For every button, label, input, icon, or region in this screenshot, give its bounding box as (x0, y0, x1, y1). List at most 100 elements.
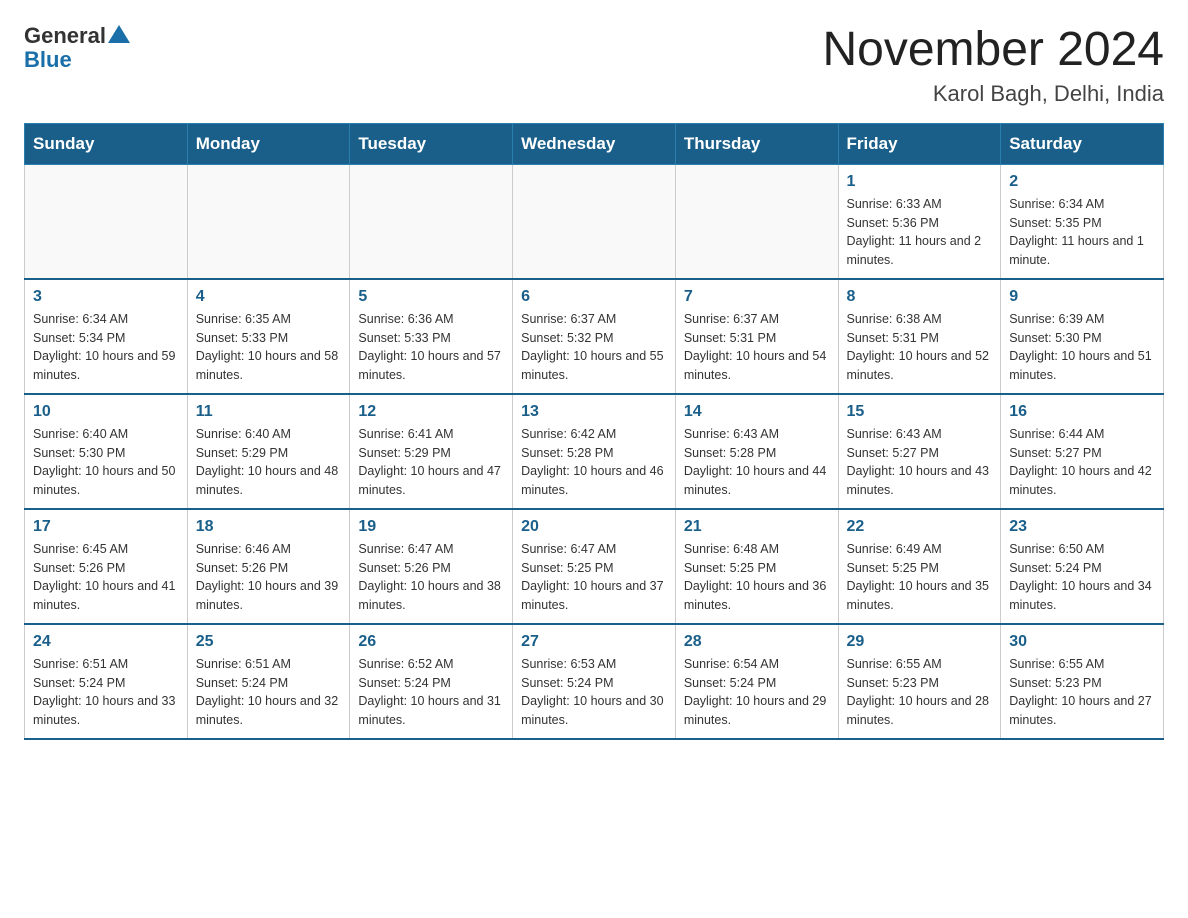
calendar-cell: 19 Sunrise: 6:47 AM Sunset: 5:26 PM Dayli… (350, 509, 513, 624)
day-info: Sunrise: 6:52 AM Sunset: 5:24 PM Dayligh… (358, 655, 504, 730)
day-info: Sunrise: 6:49 AM Sunset: 5:25 PM Dayligh… (847, 540, 993, 615)
day-info: Sunrise: 6:45 AM Sunset: 5:26 PM Dayligh… (33, 540, 179, 615)
logo: General Blue (24, 24, 130, 72)
day-number: 14 (684, 403, 830, 421)
calendar-cell: 28Sunrise: 6:54 AM Sunset: 5:24 PM Dayli… (675, 624, 838, 739)
day-number: 19 (358, 518, 504, 536)
calendar-cell: 30 Sunrise: 6:55 AM Sunset: 5:23 PM Dayli… (1001, 624, 1164, 739)
day-info: Sunrise: 6:51 AM Sunset: 5:24 PM Dayligh… (196, 655, 342, 730)
day-info: Sunrise: 6:55 AM Sunset: 5:23 PM Dayligh… (1009, 655, 1155, 730)
calendar-cell: 2 Sunrise: 6:34 AM Sunset: 5:35 PM Daylig… (1001, 164, 1164, 279)
logo-blue-text: Blue (24, 48, 130, 72)
calendar-cell: 21Sunrise: 6:48 AM Sunset: 5:25 PM Dayli… (675, 509, 838, 624)
page-header: General Blue November 2024 Karol Bagh, D… (24, 24, 1164, 107)
day-info: Sunrise: 6:39 AM Sunset: 5:30 PM Dayligh… (1009, 310, 1155, 385)
day-number: 25 (196, 633, 342, 651)
calendar-cell: 11Sunrise: 6:40 AM Sunset: 5:29 PM Dayli… (187, 394, 350, 509)
day-info: Sunrise: 6:34 AM Sunset: 5:35 PM Dayligh… (1009, 195, 1155, 270)
day-info: Sunrise: 6:47 AM Sunset: 5:25 PM Dayligh… (521, 540, 667, 615)
calendar-cell: 23 Sunrise: 6:50 AM Sunset: 5:24 PM Dayli… (1001, 509, 1164, 624)
calendar-week-1: 1 Sunrise: 6:33 AM Sunset: 5:36 PM Daylig… (25, 164, 1164, 279)
day-number: 3 (33, 288, 179, 306)
calendar-table: SundayMondayTuesdayWednesdayThursdayFrid… (24, 123, 1164, 740)
calendar-cell: 24 Sunrise: 6:51 AM Sunset: 5:24 PM Dayli… (25, 624, 188, 739)
calendar-cell: 8 Sunrise: 6:38 AM Sunset: 5:31 PM Daylig… (838, 279, 1001, 394)
day-info: Sunrise: 6:46 AM Sunset: 5:26 PM Dayligh… (196, 540, 342, 615)
day-info: Sunrise: 6:55 AM Sunset: 5:23 PM Dayligh… (847, 655, 993, 730)
weekday-header-sunday: Sunday (25, 123, 188, 164)
day-number: 16 (1009, 403, 1155, 421)
day-info: Sunrise: 6:37 AM Sunset: 5:32 PM Dayligh… (521, 310, 667, 385)
calendar-cell (513, 164, 676, 279)
day-info: Sunrise: 6:38 AM Sunset: 5:31 PM Dayligh… (847, 310, 993, 385)
calendar-title: November 2024 (822, 24, 1164, 77)
calendar-cell: 25 Sunrise: 6:51 AM Sunset: 5:24 PM Dayli… (187, 624, 350, 739)
calendar-week-5: 24 Sunrise: 6:51 AM Sunset: 5:24 PM Dayli… (25, 624, 1164, 739)
calendar-header-row: SundayMondayTuesdayWednesdayThursdayFrid… (25, 123, 1164, 164)
weekday-header-tuesday: Tuesday (350, 123, 513, 164)
calendar-subtitle: Karol Bagh, Delhi, India (822, 81, 1164, 107)
day-number: 26 (358, 633, 504, 651)
day-number: 5 (358, 288, 504, 306)
day-number: 20 (521, 518, 667, 536)
day-number: 13 (521, 403, 667, 421)
day-number: 12 (358, 403, 504, 421)
calendar-cell: 22 Sunrise: 6:49 AM Sunset: 5:25 PM Dayli… (838, 509, 1001, 624)
day-info: Sunrise: 6:34 AM Sunset: 5:34 PM Dayligh… (33, 310, 179, 385)
calendar-cell: 17 Sunrise: 6:45 AM Sunset: 5:26 PM Dayli… (25, 509, 188, 624)
day-number: 4 (196, 288, 342, 306)
calendar-cell: 6 Sunrise: 6:37 AM Sunset: 5:32 PM Daylig… (513, 279, 676, 394)
day-number: 22 (847, 518, 993, 536)
day-info: Sunrise: 6:53 AM Sunset: 5:24 PM Dayligh… (521, 655, 667, 730)
calendar-week-4: 17 Sunrise: 6:45 AM Sunset: 5:26 PM Dayli… (25, 509, 1164, 624)
day-number: 6 (521, 288, 667, 306)
day-info: Sunrise: 6:47 AM Sunset: 5:26 PM Dayligh… (358, 540, 504, 615)
calendar-cell: 14 Sunrise: 6:43 AM Sunset: 5:28 PM Dayli… (675, 394, 838, 509)
day-number: 7 (684, 288, 830, 306)
calendar-cell (350, 164, 513, 279)
calendar-cell (25, 164, 188, 279)
day-info: Sunrise: 6:43 AM Sunset: 5:28 PM Dayligh… (684, 425, 830, 500)
calendar-week-3: 10Sunrise: 6:40 AM Sunset: 5:30 PM Dayli… (25, 394, 1164, 509)
day-number: 8 (847, 288, 993, 306)
calendar-cell: 9Sunrise: 6:39 AM Sunset: 5:30 PM Daylig… (1001, 279, 1164, 394)
day-number: 15 (847, 403, 993, 421)
day-number: 28 (684, 633, 830, 651)
calendar-cell: 7Sunrise: 6:37 AM Sunset: 5:31 PM Daylig… (675, 279, 838, 394)
calendar-cell: 20 Sunrise: 6:47 AM Sunset: 5:25 PM Dayli… (513, 509, 676, 624)
day-info: Sunrise: 6:44 AM Sunset: 5:27 PM Dayligh… (1009, 425, 1155, 500)
calendar-week-2: 3 Sunrise: 6:34 AM Sunset: 5:34 PM Daylig… (25, 279, 1164, 394)
day-number: 17 (33, 518, 179, 536)
day-number: 10 (33, 403, 179, 421)
calendar-cell (187, 164, 350, 279)
day-number: 29 (847, 633, 993, 651)
day-info: Sunrise: 6:48 AM Sunset: 5:25 PM Dayligh… (684, 540, 830, 615)
calendar-cell (675, 164, 838, 279)
calendar-cell: 3 Sunrise: 6:34 AM Sunset: 5:34 PM Daylig… (25, 279, 188, 394)
calendar-cell: 5Sunrise: 6:36 AM Sunset: 5:33 PM Daylig… (350, 279, 513, 394)
day-number: 30 (1009, 633, 1155, 651)
weekday-header-monday: Monday (187, 123, 350, 164)
logo-triangle-icon (108, 23, 130, 45)
weekday-header-saturday: Saturday (1001, 123, 1164, 164)
day-info: Sunrise: 6:42 AM Sunset: 5:28 PM Dayligh… (521, 425, 667, 500)
weekday-header-friday: Friday (838, 123, 1001, 164)
logo-general-text: General (24, 24, 106, 48)
day-info: Sunrise: 6:41 AM Sunset: 5:29 PM Dayligh… (358, 425, 504, 500)
calendar-cell: 26 Sunrise: 6:52 AM Sunset: 5:24 PM Dayli… (350, 624, 513, 739)
weekday-header-wednesday: Wednesday (513, 123, 676, 164)
calendar-cell: 29 Sunrise: 6:55 AM Sunset: 5:23 PM Dayli… (838, 624, 1001, 739)
calendar-cell: 1 Sunrise: 6:33 AM Sunset: 5:36 PM Daylig… (838, 164, 1001, 279)
day-info: Sunrise: 6:51 AM Sunset: 5:24 PM Dayligh… (33, 655, 179, 730)
day-number: 23 (1009, 518, 1155, 536)
calendar-cell: 15Sunrise: 6:43 AM Sunset: 5:27 PM Dayli… (838, 394, 1001, 509)
day-number: 1 (847, 173, 993, 191)
day-number: 24 (33, 633, 179, 651)
day-info: Sunrise: 6:50 AM Sunset: 5:24 PM Dayligh… (1009, 540, 1155, 615)
calendar-cell: 18 Sunrise: 6:46 AM Sunset: 5:26 PM Dayli… (187, 509, 350, 624)
day-number: 2 (1009, 173, 1155, 191)
day-number: 27 (521, 633, 667, 651)
day-number: 18 (196, 518, 342, 536)
day-info: Sunrise: 6:40 AM Sunset: 5:29 PM Dayligh… (196, 425, 342, 500)
day-info: Sunrise: 6:33 AM Sunset: 5:36 PM Dayligh… (847, 195, 993, 270)
